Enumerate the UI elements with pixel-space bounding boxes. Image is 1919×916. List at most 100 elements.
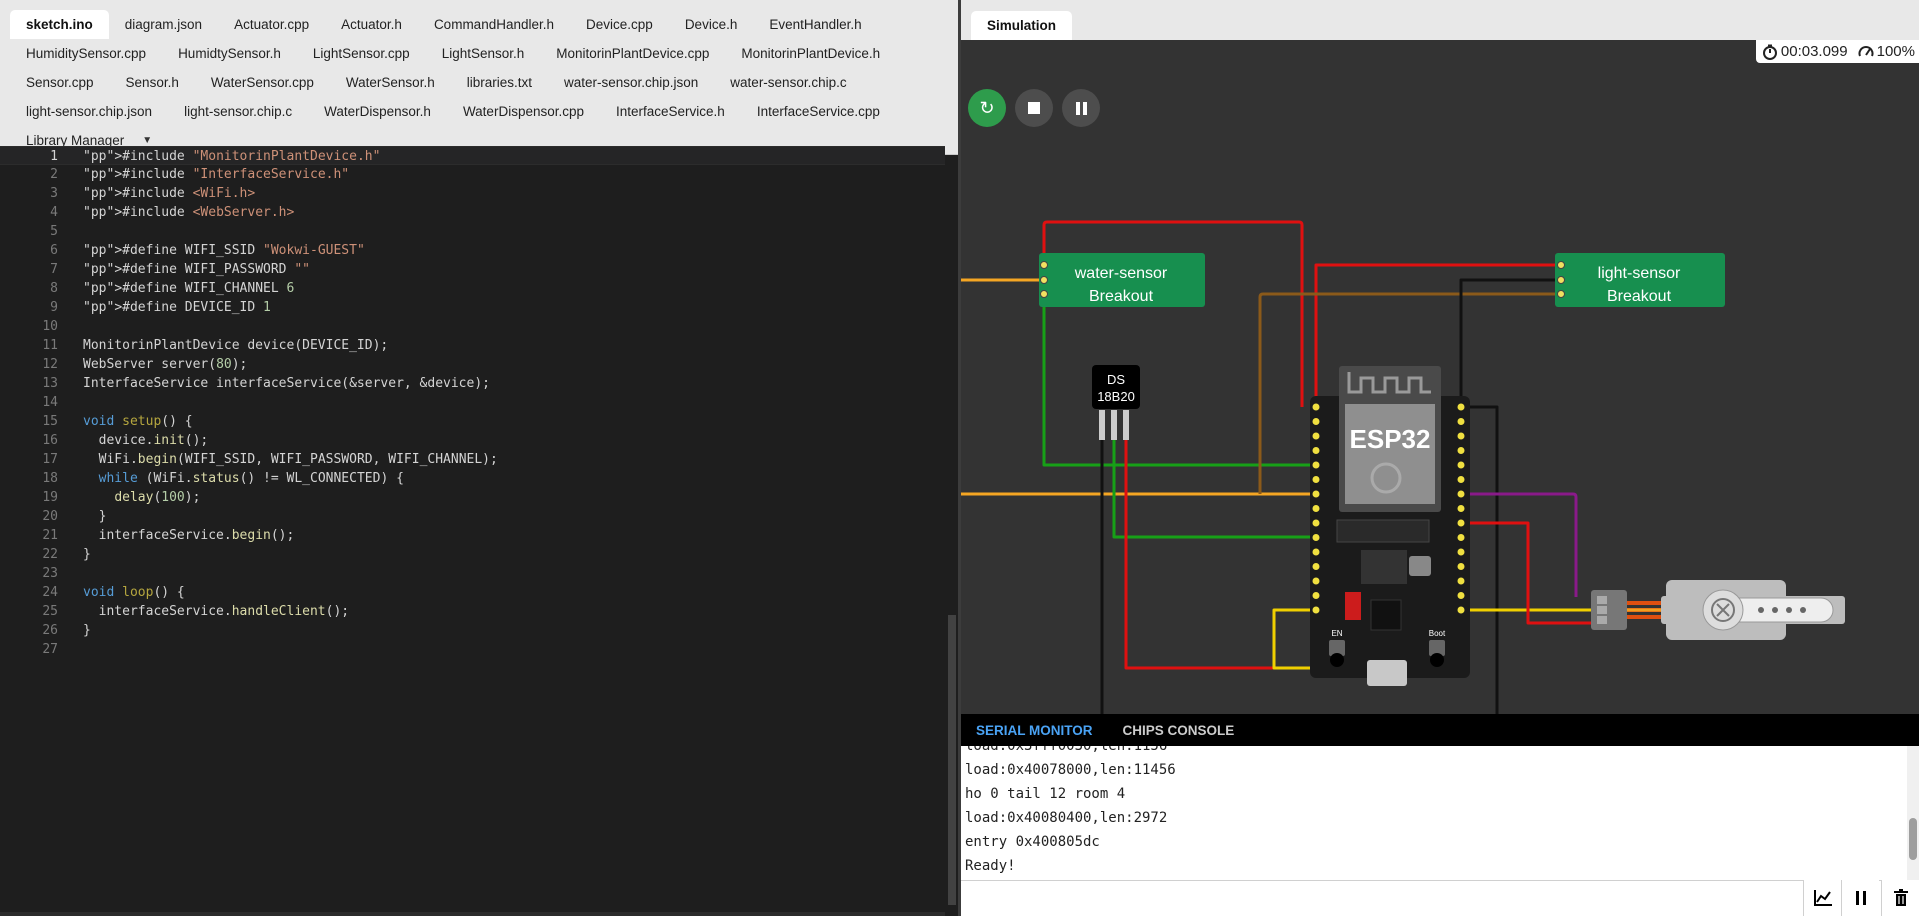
clear-serial-button[interactable] [1881, 880, 1919, 916]
esp32-pin[interactable] [1312, 563, 1320, 570]
code-line[interactable]: 6 "pp">#define WIFI_SSID "Wokwi-GUEST" [0, 241, 945, 260]
code-line[interactable]: 12 WebServer server(80); [0, 355, 945, 374]
file-tab[interactable]: HumiditySensor.cpp [10, 39, 162, 68]
file-tab[interactable]: InterfaceService.cpp [741, 97, 896, 126]
esp32-pin[interactable] [1457, 592, 1465, 599]
file-tab[interactable]: LightSensor.h [426, 39, 541, 68]
esp32-pin[interactable] [1457, 548, 1465, 556]
file-tab[interactable]: MonitorinPlantDevice.cpp [540, 39, 725, 68]
serial-scroll-thumb[interactable] [1909, 818, 1917, 860]
esp32-pin[interactable] [1312, 519, 1320, 527]
code-line[interactable]: 19 delay(100); [0, 488, 945, 507]
code-line[interactable]: 27 [0, 640, 945, 659]
code-line[interactable]: 23 [0, 564, 945, 583]
serial-scrollbar[interactable] [1907, 746, 1919, 880]
tab-serial-monitor[interactable]: SERIAL MONITOR [961, 714, 1108, 746]
esp32-pin[interactable] [1312, 476, 1320, 483]
editor-scroll-thumb[interactable] [948, 615, 956, 905]
esp32-pin[interactable] [1457, 606, 1465, 614]
code-line[interactable]: 7 "pp">#define WIFI_PASSWORD "" [0, 260, 945, 279]
code-line[interactable]: 5 [0, 222, 945, 241]
code-editor[interactable]: 1 "pp">#include "MonitorinPlantDevice.h" 2… [0, 146, 945, 876]
code-line[interactable]: 8 "pp">#define WIFI_CHANNEL 6 [0, 279, 945, 298]
code-line[interactable]: 1 "pp">#include "MonitorinPlantDevice.h" [0, 146, 945, 165]
ds18b20-sensor[interactable]: DS 18B20 [1092, 365, 1140, 440]
editor-vertical-scrollbar[interactable] [945, 180, 959, 916]
restart-simulation-button[interactable]: ↻ [968, 89, 1006, 127]
file-tab[interactable]: MonitorinPlantDevice.h [725, 39, 896, 68]
file-tab[interactable]: CommandHandler.h [418, 10, 570, 39]
code-line[interactable]: 3 "pp">#include <WiFi.h> [0, 184, 945, 203]
file-tab[interactable]: water-sensor.chip.c [714, 68, 862, 97]
code-line[interactable]: 4 "pp">#include <WebServer.h> [0, 203, 945, 222]
file-tab[interactable]: water-sensor.chip.json [548, 68, 714, 97]
esp32-pin[interactable] [1457, 403, 1465, 411]
file-tab[interactable]: EventHandler.h [753, 10, 877, 39]
esp32-pin[interactable] [1457, 577, 1465, 585]
code-line[interactable]: 11 MonitorinPlantDevice device(DEVICE_ID)… [0, 336, 945, 355]
file-tab[interactable]: WaterSensor.h [330, 68, 451, 97]
esp32-pin[interactable] [1312, 418, 1320, 425]
esp32-pin[interactable] [1457, 461, 1465, 469]
serial-input[interactable] [963, 885, 1801, 913]
esp32-pin[interactable] [1457, 563, 1465, 570]
esp32-pin[interactable] [1312, 534, 1320, 541]
code-line[interactable]: 9 "pp">#define DEVICE_ID 1 [0, 298, 945, 317]
esp32-pin[interactable] [1457, 534, 1465, 541]
file-tab[interactable]: InterfaceService.h [600, 97, 741, 126]
code-line[interactable]: 17 WiFi.begin(WIFI_SSID, WIFI_PASSWORD, … [0, 450, 945, 469]
code-line[interactable]: 20 } [0, 507, 945, 526]
esp32-pin[interactable] [1457, 519, 1465, 527]
file-tab[interactable]: Sensor.h [110, 68, 195, 97]
code-line[interactable]: 26} [0, 621, 945, 640]
esp32-pin[interactable] [1312, 606, 1320, 614]
pause-serial-button[interactable] [1841, 880, 1879, 916]
esp32-pin[interactable] [1312, 548, 1320, 556]
file-tab[interactable]: Device.h [669, 10, 754, 39]
file-tab[interactable]: Sensor.cpp [10, 68, 110, 97]
light-sensor-breakout[interactable]: light-sensor Breakout [1555, 253, 1725, 307]
code-line[interactable]: 2 "pp">#include "InterfaceService.h" [0, 165, 945, 184]
stop-simulation-button[interactable] [1015, 89, 1053, 127]
code-line[interactable]: 18 while (WiFi.status() != WL_CONNECTED)… [0, 469, 945, 488]
editor-horizontal-scrollbar[interactable] [0, 912, 945, 916]
code-line[interactable]: 15 void setup() { [0, 412, 945, 431]
esp32-pin[interactable] [1457, 490, 1465, 498]
esp32-pin[interactable] [1312, 403, 1320, 411]
file-tab[interactable]: Actuator.cpp [218, 10, 325, 39]
plotter-button[interactable] [1803, 880, 1841, 916]
esp32-pin[interactable] [1312, 592, 1320, 599]
esp32-pin[interactable] [1457, 505, 1465, 512]
file-tab[interactable]: LightSensor.cpp [297, 39, 426, 68]
esp32-pin[interactable] [1312, 490, 1320, 498]
code-line[interactable]: 10 [0, 317, 945, 336]
code-line[interactable]: 13 InterfaceService interfaceService(&ser… [0, 374, 945, 393]
esp32-pin[interactable] [1312, 447, 1320, 454]
esp32-pin[interactable] [1312, 577, 1320, 585]
code-line[interactable]: 16 device.init(); [0, 431, 945, 450]
file-tab[interactable]: WaterDispensor.h [308, 97, 447, 126]
file-tab[interactable]: sketch.ino [10, 10, 109, 39]
tab-simulation[interactable]: Simulation [971, 11, 1073, 40]
pause-simulation-button[interactable] [1062, 89, 1100, 127]
esp32-pin[interactable] [1457, 432, 1465, 440]
esp32-pin[interactable] [1312, 461, 1320, 469]
servo-motor[interactable] [1591, 580, 1845, 640]
file-tab[interactable]: HumidtySensor.h [162, 39, 297, 68]
file-tab[interactable]: Actuator.h [325, 10, 418, 39]
code-line[interactable]: 14 [0, 393, 945, 412]
tab-chips-console[interactable]: CHIPS CONSOLE [1108, 714, 1250, 746]
file-tab[interactable]: light-sensor.chip.json [10, 97, 168, 126]
file-tab[interactable]: diagram.json [109, 10, 218, 39]
water-sensor-breakout[interactable]: water-sensor Breakout [1039, 253, 1205, 307]
file-tab[interactable]: WaterSensor.cpp [195, 68, 330, 97]
code-line[interactable]: 25 interfaceService.handleClient(); [0, 602, 945, 621]
esp32-pin[interactable] [1312, 432, 1320, 440]
code-line[interactable]: 24 void loop() { [0, 583, 945, 602]
esp32-pin[interactable] [1457, 447, 1465, 454]
esp32-pin[interactable] [1457, 476, 1465, 483]
esp32-pin[interactable] [1457, 418, 1465, 425]
esp32-pin[interactable] [1312, 505, 1320, 512]
esp32-board[interactable]: ESP32 EN Boot [1310, 366, 1470, 686]
file-tab[interactable]: WaterDispensor.cpp [447, 97, 600, 126]
